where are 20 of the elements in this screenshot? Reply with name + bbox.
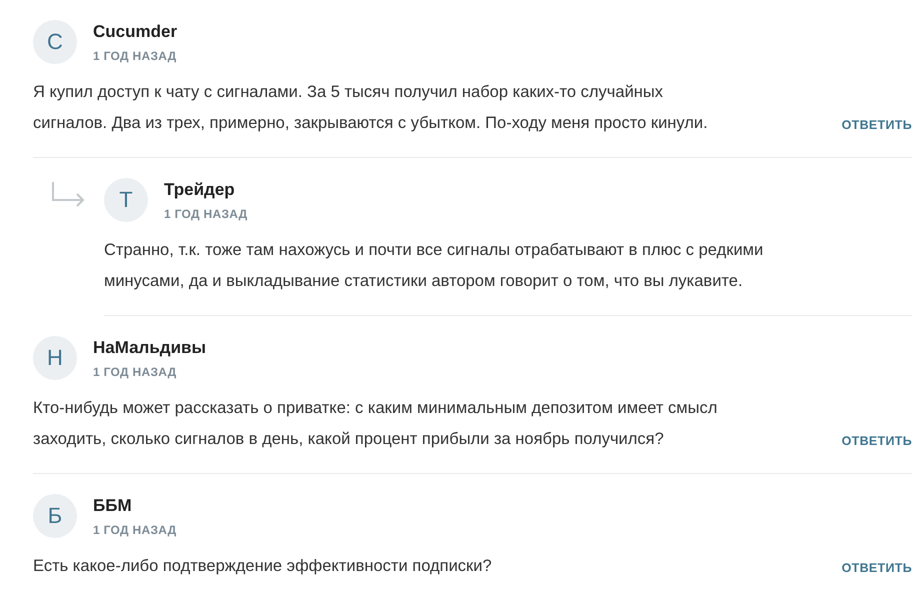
author-name: Cucumder — [93, 22, 178, 42]
reply-arrow-icon — [52, 182, 86, 208]
author-name: ББМ — [93, 496, 133, 516]
comment-text: Кто-нибудь может рассказать о приватке: с каким минимальным депозитом имеет смысл заходить, сколько сигналов в день, какой процент прибыли за ноябрь получился? — [33, 398, 718, 450]
avatar: C — [33, 20, 77, 64]
comment-text: Я купил доступ к чату с сигналами. За 5 тысяч получил набор каких-то случайных сигналов. Два из трех, примерно, закрываются с убытком. По-ходу меня просто кинули. — [33, 82, 708, 134]
comment-date: 1 ГОД НАЗАД — [93, 364, 178, 378]
comment-date: 1 ГОД НАЗАД — [93, 522, 177, 536]
comment-date: 1 ГОД НАЗАД — [93, 48, 178, 62]
comment-text: Есть какое-либо подтверждение эффективности подписки? — [33, 556, 492, 577]
author-name: НаМальдивы — [93, 338, 206, 358]
reply-button[interactable]: ОТВЕТИТЬ — [842, 561, 912, 575]
avatar: Б — [33, 494, 77, 538]
comment-text: Странно, т.к. тоже там нахожусь и почти все сигналы отрабатывают в плюс с редкими минусами, да и выкладывание статистики автором говорит о том, что вы лукавите. — [104, 240, 764, 292]
avatar: Т — [104, 178, 148, 222]
reply-button[interactable]: ОТВЕТИТЬ — [842, 434, 912, 448]
reply-button[interactable]: ОТВЕТИТЬ — [842, 118, 912, 132]
avatar: Н — [33, 336, 77, 380]
author-name: Трейдер — [164, 180, 236, 200]
comment-date: 1 ГОД НАЗАД — [164, 206, 248, 220]
